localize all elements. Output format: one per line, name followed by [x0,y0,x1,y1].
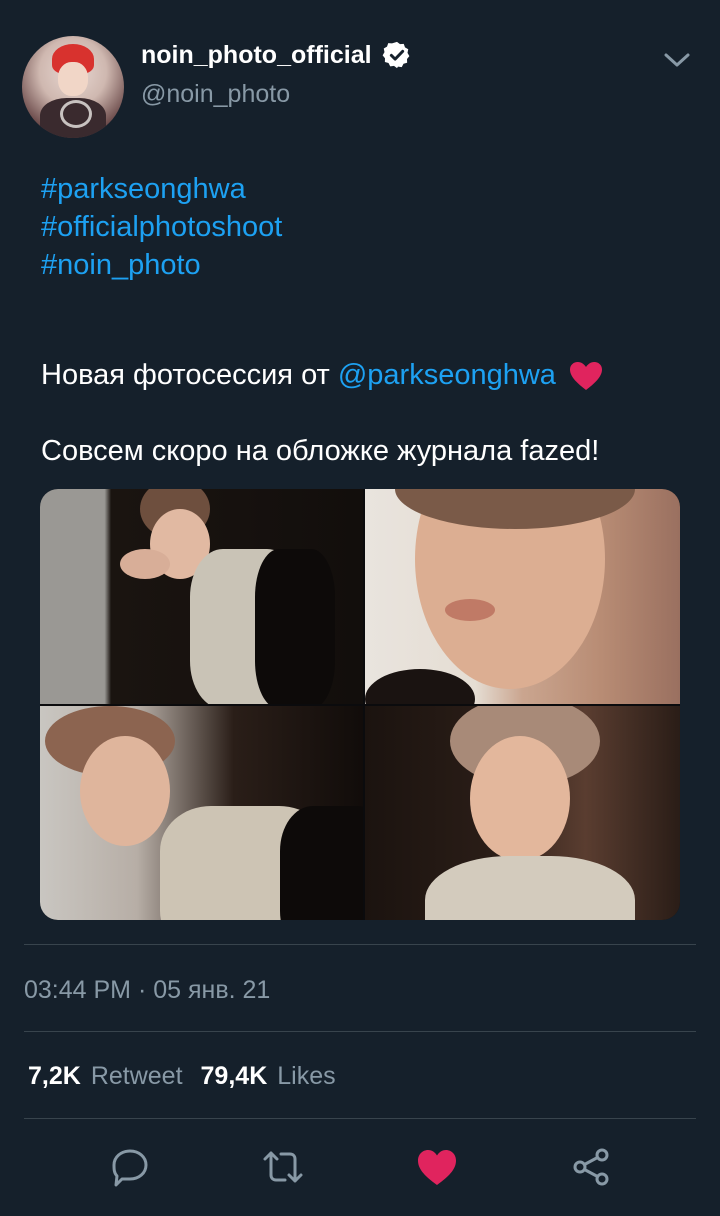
retweet-icon [263,1151,303,1183]
photo-jacket [365,669,475,704]
hashtag-link[interactable]: #parkseonghwa [41,170,282,208]
like-count[interactable]: 79,4K [201,1062,268,1091]
display-name-row[interactable]: noin_photo_official [141,40,412,70]
divider [24,1118,696,1119]
timestamp[interactable]: 03:44 PM · 05 янв. 21 [24,976,270,1005]
photo-2[interactable] [365,489,680,704]
share-icon [573,1148,609,1186]
photo-jacket [280,806,363,920]
retweet-count[interactable]: 7,2K [28,1062,81,1091]
photo-3[interactable] [40,706,363,920]
retweet-button[interactable] [258,1142,308,1192]
avatar-chain [60,100,92,128]
tweet-text: Новая фотосессия от [41,359,330,391]
avatar[interactable] [22,36,124,138]
reply-icon [112,1149,148,1187]
retweet-label[interactable]: Retweet [91,1062,183,1091]
photo-1[interactable] [40,489,363,704]
like-button[interactable] [412,1142,462,1192]
engagement-stats: 7,2K Retweet 79,4K Likes [28,1062,344,1091]
photo-face [470,736,570,861]
share-button[interactable] [566,1142,616,1192]
hashtag-list: #parkseonghwa #officialphotoshoot #noin_… [41,170,282,284]
user-handle[interactable]: @noin_photo [141,80,290,109]
hashtag-link[interactable]: #officialphotoshoot [41,208,282,246]
divider [24,944,696,945]
chevron-down-icon[interactable] [660,46,694,74]
display-name[interactable]: noin_photo_official [141,41,372,70]
verified-badge-icon [382,41,409,69]
photo-4[interactable] [365,706,680,920]
photo-jacket [255,549,335,704]
heart-icon [418,1150,456,1185]
red-heart-emoji-icon [569,361,602,390]
tweet-text-line1: Новая фотосессия от @parkseonghwa [41,359,604,392]
media-grid [40,489,680,920]
hashtag-link[interactable]: #noin_photo [41,246,282,284]
photo-shirt [425,856,635,920]
photo-hand [120,549,170,579]
avatar-face [58,62,88,96]
like-label[interactable]: Likes [277,1062,335,1091]
reply-button[interactable] [105,1142,155,1192]
photo-lips [445,599,495,621]
photo-face [80,736,170,846]
divider [24,1031,696,1032]
mention-link[interactable]: @parkseonghwa [338,359,556,392]
tweet-text-line2: Совсем скоро на обложке журнала fazed! [41,435,600,467]
